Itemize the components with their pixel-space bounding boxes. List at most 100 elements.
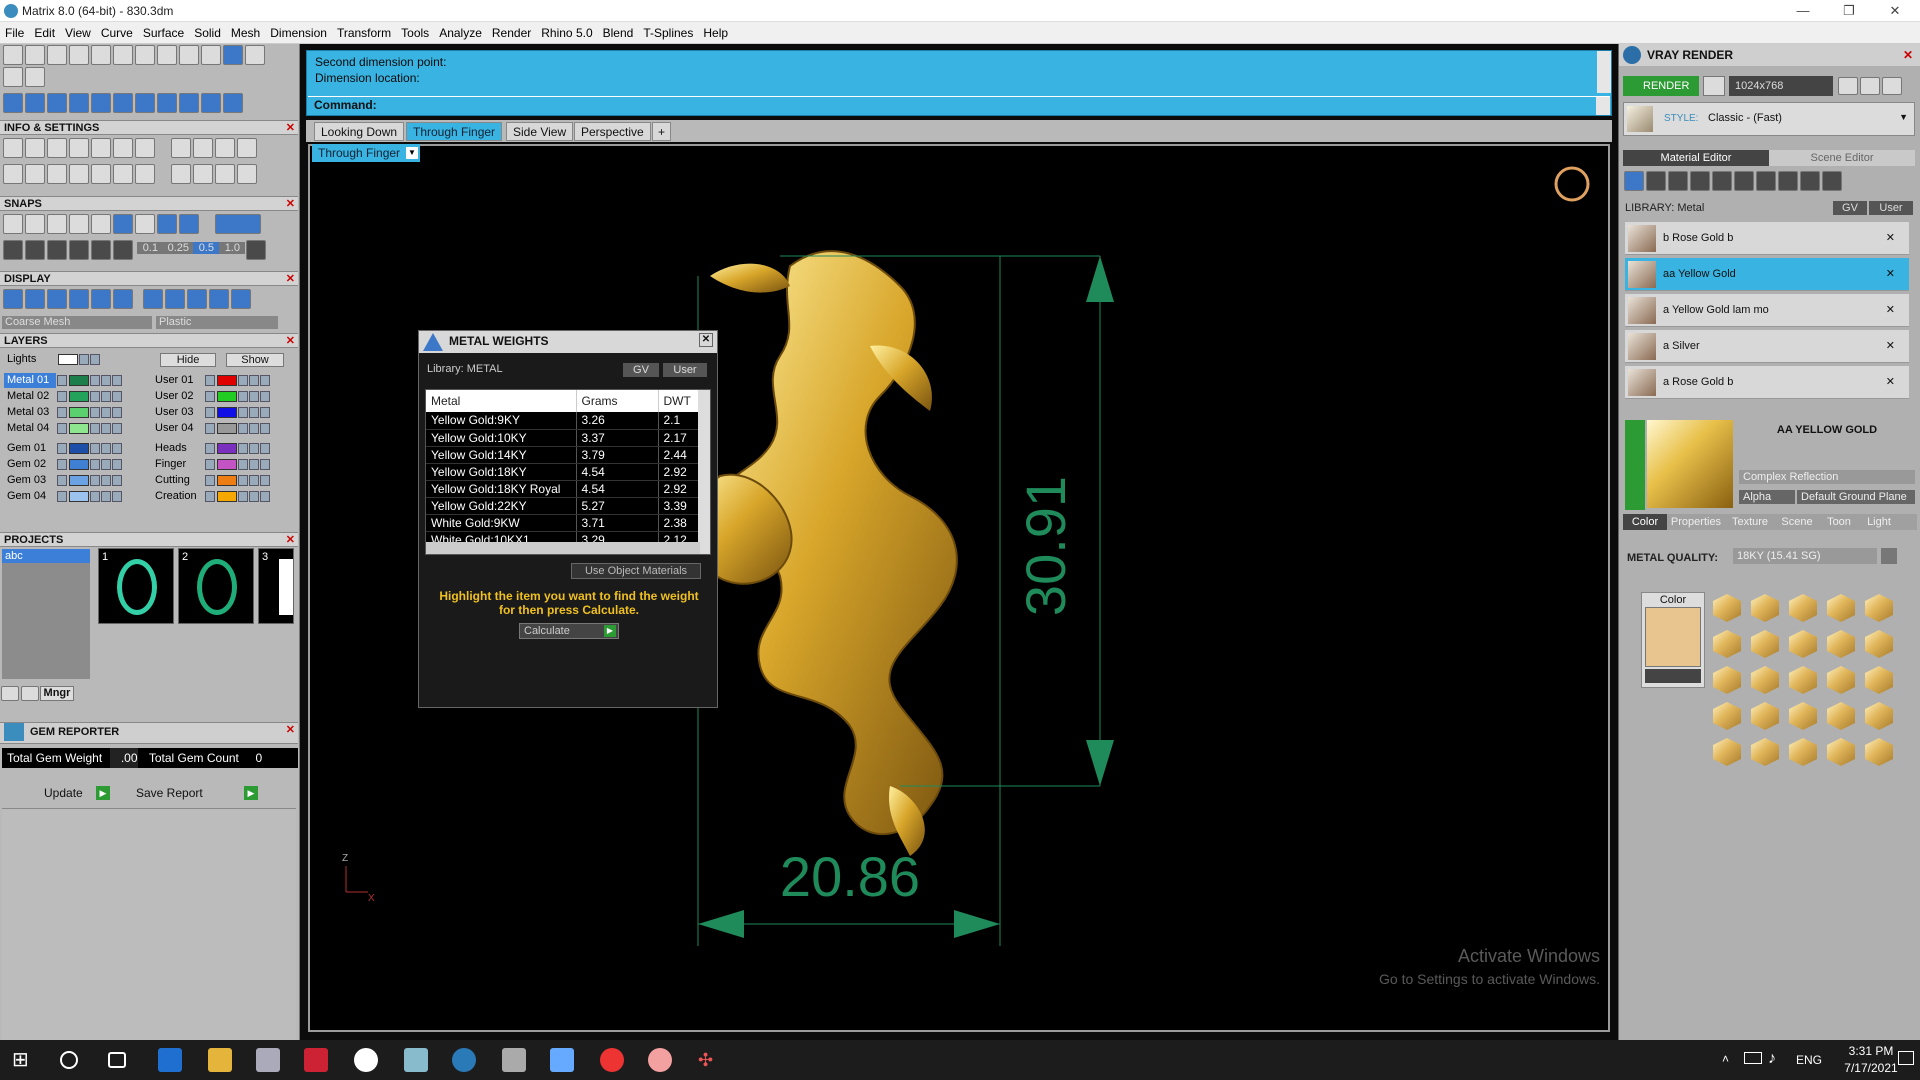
table-row[interactable]: White Gold:9KW 3.71 2.38 bbox=[426, 514, 700, 532]
visibility-icon[interactable] bbox=[112, 374, 122, 386]
tab-properties[interactable]: Properties bbox=[1667, 514, 1725, 530]
color-swatch[interactable] bbox=[1645, 607, 1701, 667]
menu-transform[interactable]: Transform bbox=[332, 22, 396, 44]
table-row[interactable]: Yellow Gold:10KY 3.37 2.17 bbox=[426, 429, 700, 447]
expand-icon[interactable] bbox=[57, 374, 67, 386]
gem-icon[interactable] bbox=[1646, 171, 1666, 191]
metal-tile[interactable] bbox=[1713, 702, 1741, 730]
metal-tile[interactable] bbox=[1751, 738, 1779, 766]
close-icon[interactable]: ✕ bbox=[286, 723, 295, 737]
visibility-icon[interactable] bbox=[260, 442, 270, 454]
quality-settings-icon[interactable] bbox=[1881, 548, 1897, 564]
manager-button[interactable]: Mngr bbox=[40, 686, 74, 701]
add-tab-button[interactable]: + bbox=[652, 122, 672, 141]
layer-name[interactable]: Gem 01 bbox=[4, 441, 56, 456]
metal-tile[interactable] bbox=[1865, 738, 1893, 766]
expand-icon[interactable] bbox=[57, 474, 67, 486]
windows-start-icon[interactable]: ⊞ bbox=[12, 1048, 36, 1072]
tool-icon[interactable] bbox=[113, 240, 133, 260]
visibility-icon[interactable] bbox=[101, 490, 111, 502]
col-grams[interactable]: Grams bbox=[576, 390, 659, 412]
metal-tile[interactable] bbox=[1789, 630, 1817, 658]
chrome-icon[interactable] bbox=[600, 1048, 624, 1072]
tool-icon[interactable] bbox=[47, 45, 67, 65]
expand-icon[interactable] bbox=[205, 406, 215, 418]
menu-help[interactable]: Help bbox=[698, 22, 733, 44]
layer-name[interactable]: Metal 02 bbox=[4, 389, 56, 404]
file-explorer-icon[interactable] bbox=[208, 1048, 232, 1072]
language-indicator[interactable]: ENG bbox=[1796, 1053, 1822, 1067]
layer-name[interactable]: User 01 bbox=[152, 373, 204, 388]
clock-time[interactable]: 3:31 PM bbox=[1838, 1044, 1904, 1058]
layer-name[interactable]: Gem 03 bbox=[4, 473, 56, 488]
visibility-icon[interactable] bbox=[260, 406, 270, 418]
visibility-icon[interactable] bbox=[249, 458, 259, 470]
metal-tile[interactable] bbox=[1865, 666, 1893, 694]
minimize-button[interactable]: — bbox=[1780, 0, 1826, 22]
layer-name[interactable]: Finger bbox=[152, 457, 204, 472]
expand-icon[interactable] bbox=[57, 390, 67, 402]
menu-view[interactable]: View bbox=[60, 22, 96, 44]
metal-tile[interactable] bbox=[1865, 630, 1893, 658]
tab-looking-down[interactable]: Looking Down bbox=[314, 122, 405, 141]
layer-color-swatch[interactable] bbox=[69, 458, 89, 470]
tool-icon[interactable] bbox=[3, 93, 23, 113]
snap-toggle[interactable] bbox=[215, 214, 261, 234]
tool-icon[interactable] bbox=[69, 45, 89, 65]
metal-tile[interactable] bbox=[1713, 630, 1741, 658]
volume-icon[interactable]: ♪ bbox=[1768, 1050, 1776, 1068]
tool-icon[interactable] bbox=[47, 138, 67, 158]
remove-icon[interactable]: ✕ bbox=[1886, 366, 1895, 399]
lock-icon[interactable] bbox=[238, 406, 248, 418]
layer-color-swatch[interactable] bbox=[217, 374, 237, 386]
visibility-icon[interactable] bbox=[112, 422, 122, 434]
metal-tile[interactable] bbox=[1751, 594, 1779, 622]
layer-color-swatch[interactable] bbox=[217, 406, 237, 418]
snap-icon[interactable] bbox=[3, 214, 23, 234]
lock-icon[interactable] bbox=[238, 374, 248, 386]
zalo-icon[interactable] bbox=[648, 1048, 672, 1072]
snap-value[interactable]: 0.5 bbox=[193, 242, 220, 254]
menu-analyze[interactable]: Analyze bbox=[434, 22, 487, 44]
expand-icon[interactable] bbox=[205, 490, 215, 502]
layer-name[interactable]: Gem 02 bbox=[4, 457, 56, 472]
tab-scene[interactable]: Scene bbox=[1775, 514, 1819, 530]
metal-tile[interactable] bbox=[1713, 738, 1741, 766]
layer-row[interactable]: Creation bbox=[152, 489, 270, 504]
tool-icon[interactable] bbox=[25, 240, 45, 260]
sphere-icon[interactable] bbox=[69, 289, 89, 309]
snap-icon[interactable] bbox=[47, 214, 67, 234]
snap-icon[interactable] bbox=[25, 214, 45, 234]
tool-icon[interactable] bbox=[135, 45, 155, 65]
visibility-icon[interactable] bbox=[260, 458, 270, 470]
layer-color-swatch[interactable] bbox=[69, 406, 89, 418]
layer-row[interactable]: User 03 bbox=[152, 405, 270, 420]
tool-icon[interactable] bbox=[113, 45, 133, 65]
metal-tile[interactable] bbox=[1789, 594, 1817, 622]
visibility-icon[interactable] bbox=[260, 390, 270, 402]
lock-icon[interactable] bbox=[90, 490, 100, 502]
tool-icon[interactable] bbox=[1778, 171, 1798, 191]
table-horizontal-scrollbar[interactable] bbox=[426, 542, 700, 554]
tool-icon[interactable] bbox=[157, 93, 177, 113]
calculate-button[interactable]: Calculate ▶ bbox=[519, 623, 619, 639]
metal-tile[interactable] bbox=[1751, 666, 1779, 694]
hide-button[interactable]: Hide bbox=[160, 353, 216, 367]
metal-quality-select[interactable]: 18KY (15.41 SG) bbox=[1733, 548, 1877, 564]
layer-name[interactable]: User 04 bbox=[152, 421, 204, 436]
tool-icon[interactable] bbox=[113, 138, 133, 158]
dragon-model[interactable] bbox=[689, 250, 958, 856]
tool-icon[interactable] bbox=[113, 93, 133, 113]
project-thumb[interactable]: 2 bbox=[178, 548, 254, 624]
layer-color-swatch[interactable] bbox=[69, 442, 89, 454]
layer-row[interactable]: Metal 03 bbox=[4, 405, 122, 420]
visibility-icon[interactable] bbox=[249, 390, 259, 402]
tab-light[interactable]: Light bbox=[1859, 514, 1899, 530]
layer-name[interactable]: Metal 04 bbox=[4, 421, 56, 436]
lock-icon[interactable] bbox=[238, 490, 248, 502]
clock-date[interactable]: 7/17/2021 bbox=[1838, 1061, 1904, 1075]
snap-icon[interactable] bbox=[179, 214, 199, 234]
layer-name[interactable]: User 03 bbox=[152, 405, 204, 420]
metal-tile[interactable] bbox=[1827, 702, 1855, 730]
snap-icon[interactable] bbox=[113, 214, 133, 234]
